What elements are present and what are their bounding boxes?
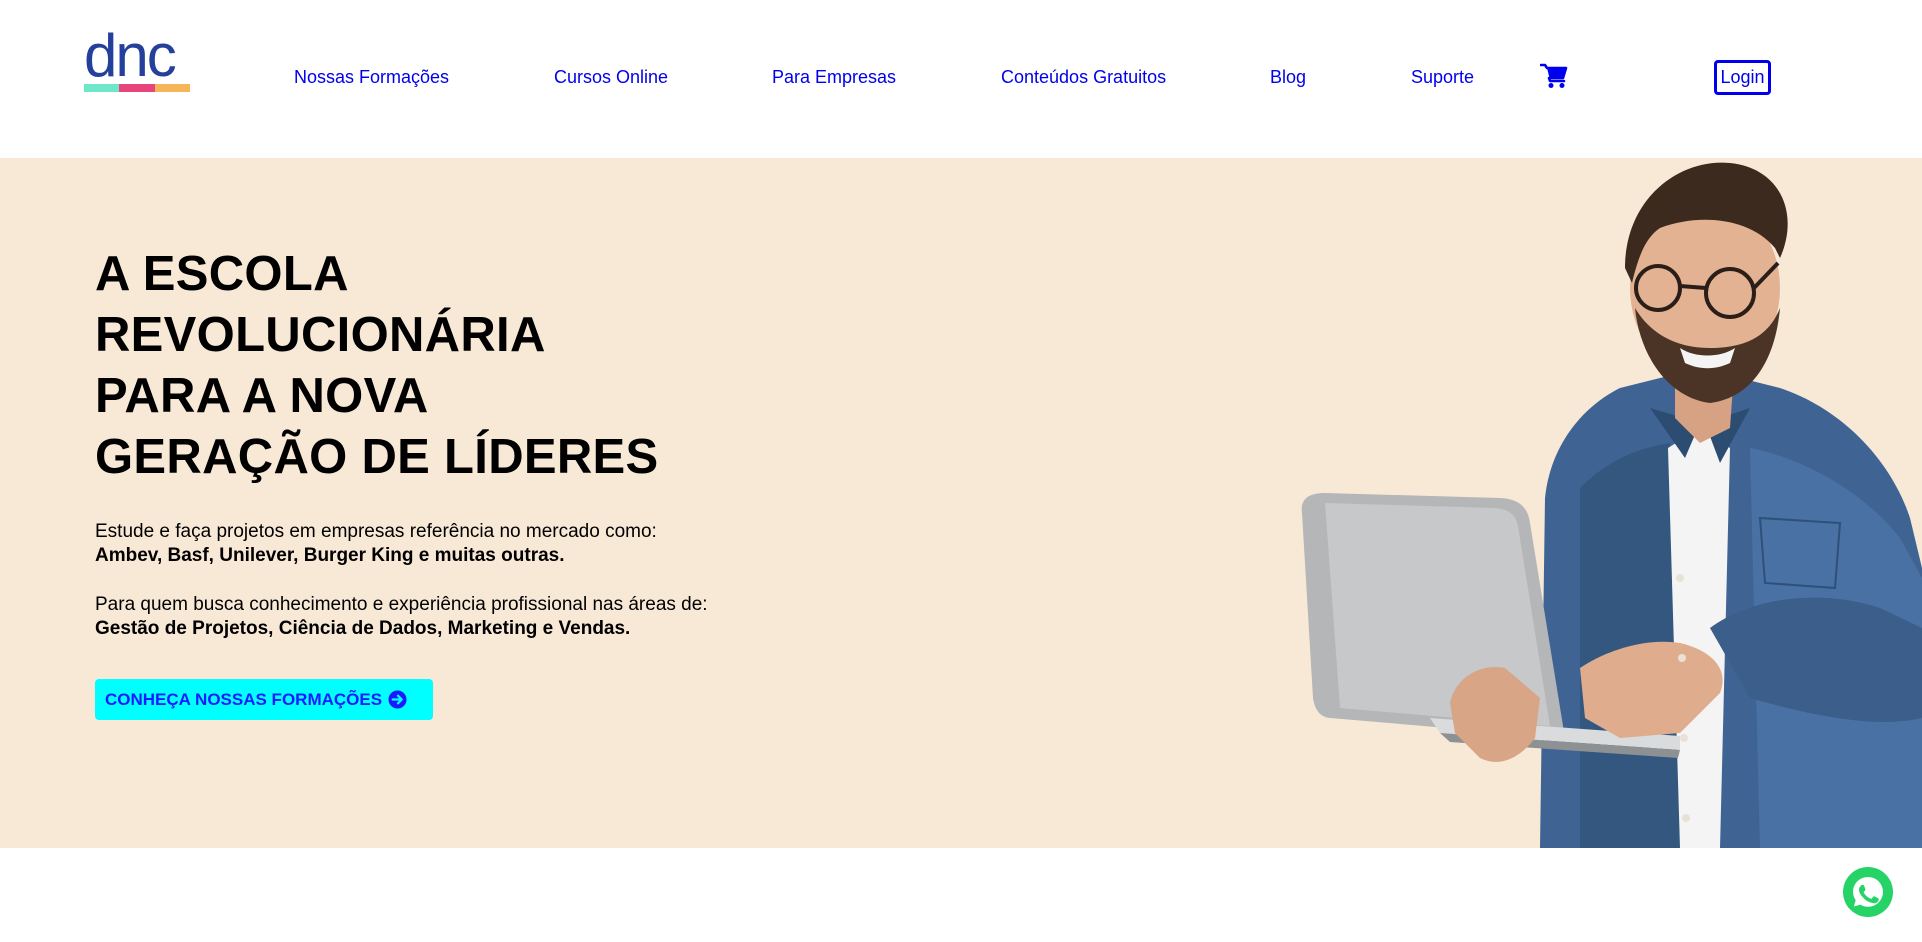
headline-line: A ESCOLA: [95, 247, 349, 301]
nav-item-blog[interactable]: Blog: [1270, 67, 1306, 87]
site-header: dnc Nossas Formações Cursos Online Para …: [0, 0, 1922, 158]
paragraph-text: Para quem busca conhecimento e experiênc…: [95, 594, 708, 615]
hero-paragraph-areas: Para quem busca conhecimento e experiênc…: [95, 593, 735, 641]
logo-color-bars: [84, 84, 190, 92]
paragraph-text: Estude e faça projetos em empresas refer…: [95, 521, 657, 542]
nav-item-nossas-formacoes[interactable]: Nossas Formações: [294, 67, 449, 87]
nav-item-para-empresas[interactable]: Para Empresas: [772, 67, 896, 87]
hero-section: A ESCOLA REVOLUCIONÁRIA PARA A NOVA GERA…: [0, 158, 1922, 848]
dnc-logo[interactable]: dnc: [84, 22, 190, 94]
arrow-circle-right-icon: [388, 690, 407, 709]
page: dnc Nossas Formações Cursos Online Para …: [0, 0, 1922, 942]
hero-paragraph-companies: Estude e faça projetos em empresas refer…: [95, 520, 735, 568]
cta-button[interactable]: CONHEÇA NOSSAS FORMAÇÕES: [95, 679, 433, 720]
shopping-cart-icon[interactable]: [1539, 63, 1568, 89]
cta-label: CONHEÇA NOSSAS FORMAÇÕES: [105, 689, 383, 709]
paragraph-bold: Ambev, Basf, Unilever, Burger King e mui…: [95, 545, 565, 566]
headline-line: REVOLUCIONÁRIA: [95, 308, 546, 362]
nav-item-conteudos-gratuitos[interactable]: Conteúdos Gratuitos: [1001, 67, 1166, 87]
headline-line: PARA A NOVA: [95, 369, 429, 423]
hero-headline: A ESCOLA REVOLUCIONÁRIA PARA A NOVA GERA…: [95, 244, 715, 488]
paragraph-bold: Gestão de Projetos, Ciência de Dados, Ma…: [95, 618, 631, 639]
logo-text: dnc: [84, 22, 177, 89]
login-button[interactable]: Login: [1714, 60, 1771, 95]
whatsapp-icon[interactable]: [1842, 866, 1894, 918]
headline-line: GERAÇÃO DE LÍDERES: [95, 430, 659, 484]
nav-item-cursos-online[interactable]: Cursos Online: [554, 67, 668, 87]
nav-item-suporte[interactable]: Suporte: [1411, 67, 1474, 87]
man-with-laptop-image: [1301, 162, 1922, 848]
